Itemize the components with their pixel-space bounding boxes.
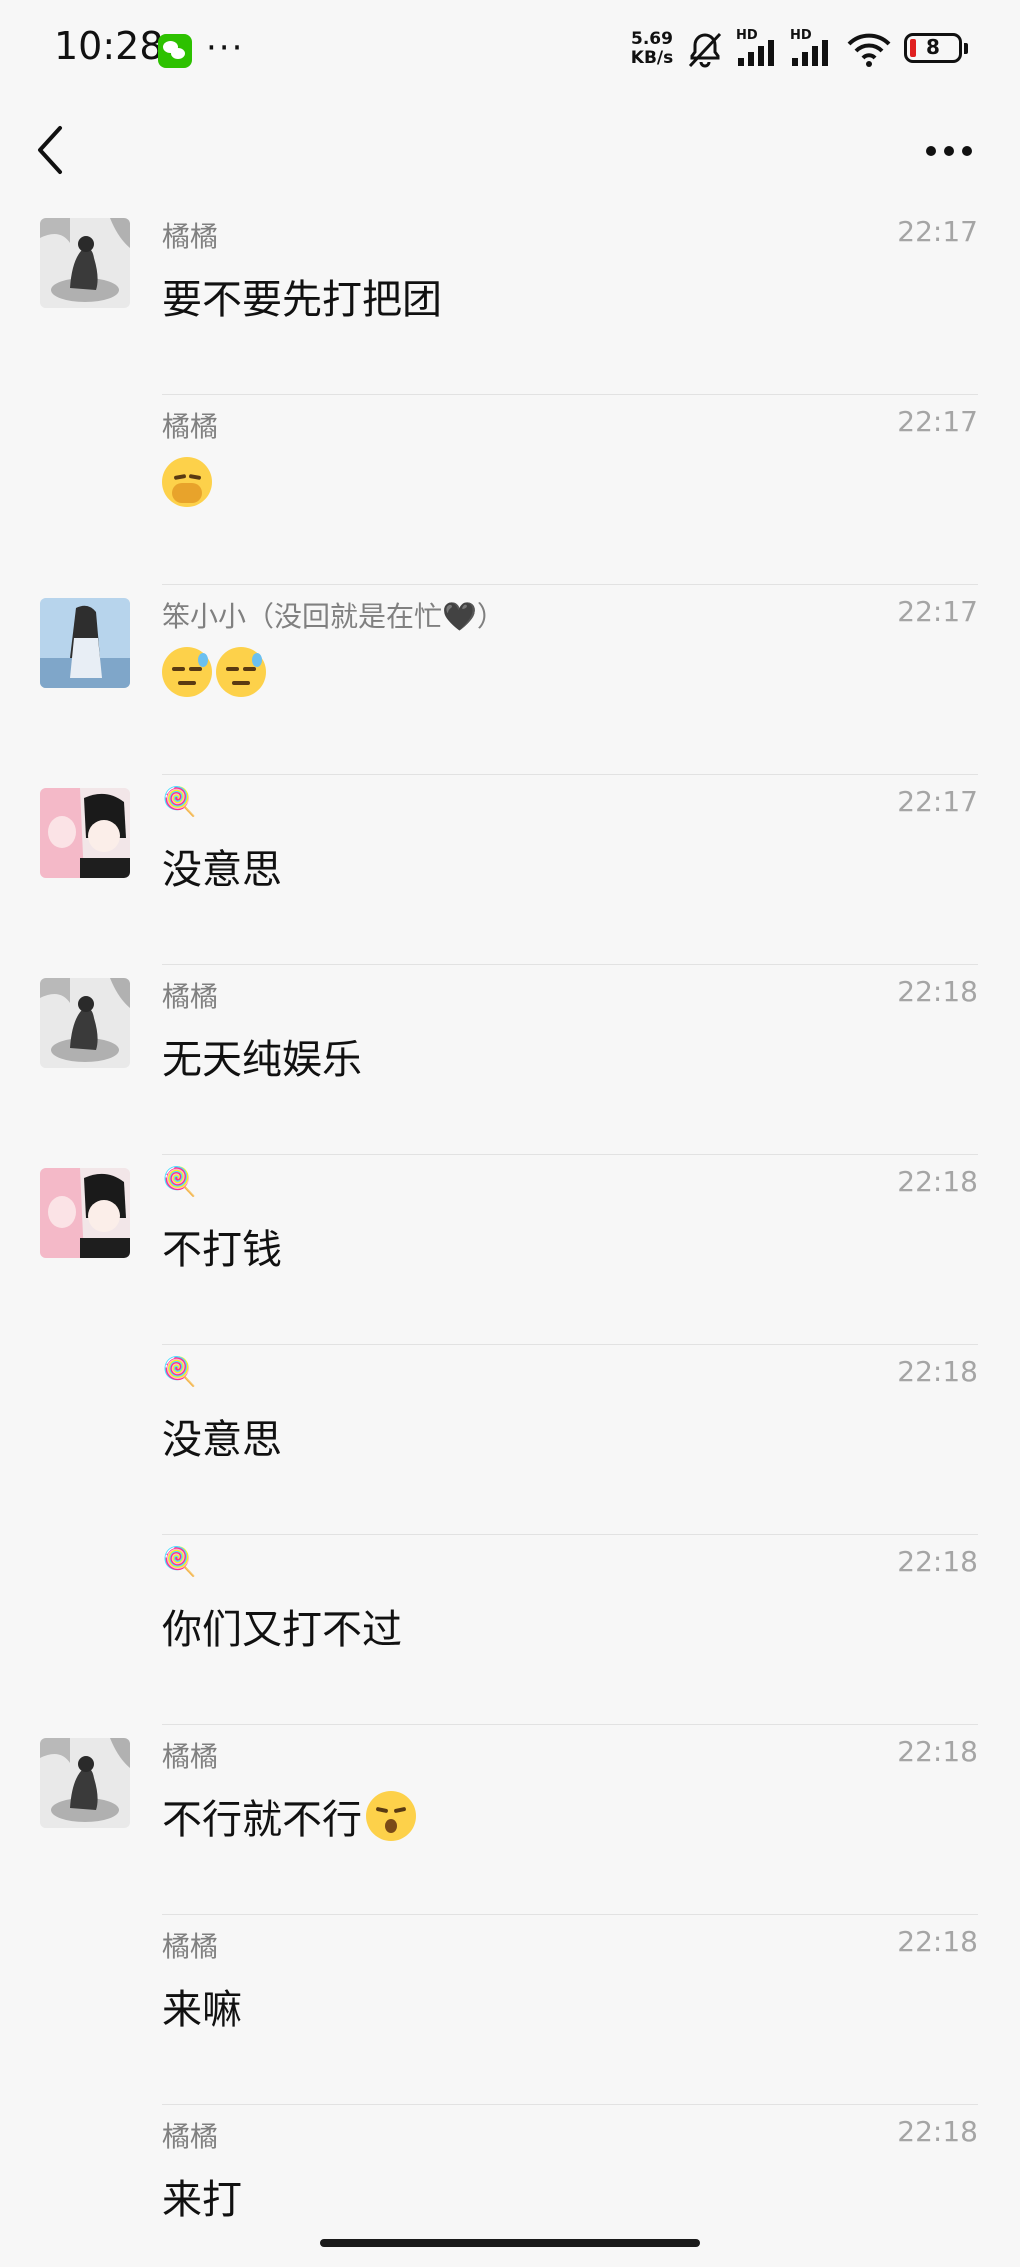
message-sender: 🍭 (162, 1545, 197, 1578)
message-timestamp: 22:18 (897, 2115, 978, 2148)
wechat-notification-icon (158, 34, 192, 68)
message-timestamp: 22:18 (897, 1925, 978, 1958)
avatar[interactable] (40, 1168, 130, 1258)
battery-icon: 8 (904, 33, 968, 63)
message-timestamp: 22:18 (897, 1735, 978, 1768)
message-item[interactable]: 🍭 22:17 没意思 (0, 775, 1020, 965)
message-text: 来打 (162, 2167, 242, 2225)
avatar[interactable] (40, 598, 130, 688)
message-item[interactable]: 橘橘 22:18 无天纯娱乐 (0, 965, 1020, 1155)
status-more-indicator: ··· (206, 28, 245, 68)
status-time: 10:28 (54, 24, 164, 68)
message-timestamp: 22:18 (897, 1545, 978, 1578)
avatar[interactable] (40, 1738, 130, 1828)
more-dots-icon[interactable] (925, 144, 975, 158)
message-timestamp: 22:18 (897, 1355, 978, 1388)
wifi-icon (847, 33, 891, 67)
network-speed-unit: KB/s (630, 48, 674, 68)
message-timestamp: 22:17 (897, 405, 978, 438)
network-speed: 5.69 KB/s (628, 30, 676, 68)
hand-over-mouth-emoji-icon (162, 457, 212, 507)
avatar[interactable] (40, 788, 130, 878)
message-text-content: 没意思 (162, 847, 282, 893)
message-text: 不打钱 (162, 1217, 282, 1275)
message-text-content: 无天纯娱乐 (162, 1037, 362, 1083)
home-indicator[interactable] (320, 2239, 700, 2247)
message-item[interactable]: 🍭 22:18 不打钱 (0, 1155, 1020, 1345)
message-text (162, 647, 266, 697)
message-sender: 橘橘 (162, 1930, 219, 1963)
message-text: 没意思 (162, 837, 282, 895)
message-text (162, 457, 212, 507)
message-item[interactable]: 橘橘 22:18 来嘛 (0, 1915, 1020, 2105)
message-sender: 橘橘 (162, 2120, 219, 2153)
chevron-left-icon[interactable] (30, 120, 70, 180)
message-text-content: 要不要先打把团 (162, 277, 442, 323)
signal-icon: HD (790, 28, 836, 70)
message-item[interactable]: 橘橘 22:17 要不要先打把团 (0, 205, 1020, 395)
message-timestamp: 22:17 (897, 785, 978, 818)
mute-icon (688, 32, 722, 68)
message-text: 要不要先打把团 (162, 267, 442, 325)
message-timestamp: 22:18 (897, 1165, 978, 1198)
message-item[interactable]: 笨小小（没回就是在忙🖤） 22:17 (0, 585, 1020, 775)
message-text: 不行就不行 (162, 1787, 416, 1845)
message-text-content: 你们又打不过 (162, 1607, 402, 1653)
message-text: 你们又打不过 (162, 1597, 402, 1655)
avatar[interactable] (40, 978, 130, 1068)
sweat-smile-emoji-icon (162, 647, 212, 697)
message-sender: 橘橘 (162, 980, 219, 1013)
message-text-content: 不打钱 (162, 1227, 282, 1273)
message-sender: 橘橘 (162, 410, 219, 443)
avatar[interactable] (40, 218, 130, 308)
kissing-emoji-icon (366, 1791, 416, 1841)
sweat-smile-emoji-icon (216, 647, 266, 697)
message-item[interactable]: 橘橘 22:17 (0, 395, 1020, 585)
message-sender: 🍭 (162, 785, 197, 818)
message-timestamp: 22:18 (897, 975, 978, 1008)
message-item[interactable]: 橘橘 22:18 不行就不行 (0, 1725, 1020, 1915)
signal-icon: HD (736, 28, 782, 70)
message-item[interactable]: 🍭 22:18 你们又打不过 (0, 1535, 1020, 1725)
message-sender: 橘橘 (162, 220, 219, 253)
battery-level: 8 (926, 35, 940, 59)
message-sender: 橘橘 (162, 1740, 219, 1773)
message-item[interactable]: 🍭 22:18 没意思 (0, 1345, 1020, 1535)
network-speed-value: 5.69 (631, 29, 673, 49)
navigation-bar (0, 100, 1020, 212)
message-text: 无天纯娱乐 (162, 1027, 362, 1085)
message-text-content: 不行就不行 (162, 1797, 362, 1843)
status-bar: 10:28 ··· 5.69 KB/s HD HD 8 (0, 0, 1020, 100)
message-timestamp: 22:17 (897, 595, 978, 628)
message-sender: 🍭 (162, 1355, 197, 1388)
message-text-content: 来打 (162, 2177, 242, 2223)
message-text: 来嘛 (162, 1977, 242, 2035)
message-text-content: 来嘛 (162, 1987, 242, 2033)
message-text-content: 没意思 (162, 1417, 282, 1463)
message-sender: 🍭 (162, 1165, 197, 1198)
message-sender: 笨小小（没回就是在忙🖤） (162, 600, 505, 633)
message-timestamp: 22:17 (897, 215, 978, 248)
message-text: 没意思 (162, 1407, 282, 1465)
